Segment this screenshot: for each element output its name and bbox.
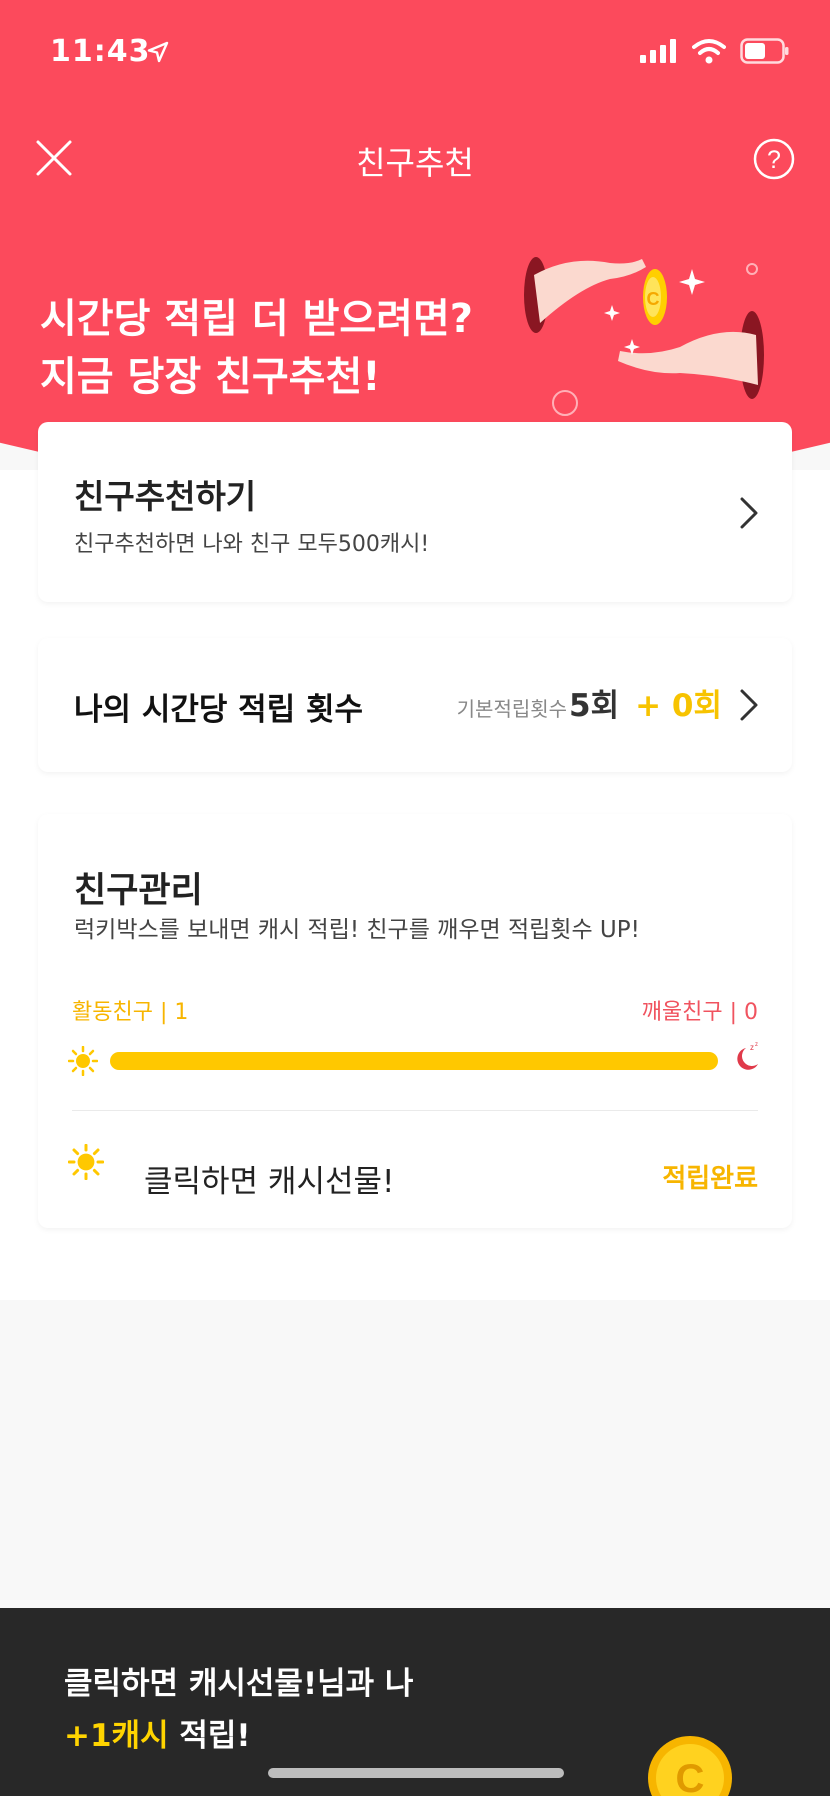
banner-line-2: +1캐시 적립! bbox=[64, 1710, 251, 1755]
friend-card-title: 친구관리 bbox=[74, 871, 203, 911]
coin-icon: C bbox=[648, 1736, 732, 1796]
help-icon[interactable]: ? bbox=[752, 137, 796, 181]
svg-text:C: C bbox=[676, 1757, 705, 1796]
card-divider bbox=[72, 1110, 758, 1111]
base-count-label: 기본적립횟수 bbox=[456, 697, 568, 721]
sleeping-moon-icon: z z bbox=[737, 1042, 758, 1070]
chevron-right-icon bbox=[740, 497, 758, 529]
status-icons bbox=[640, 38, 790, 64]
home-indicator[interactable] bbox=[268, 1768, 564, 1778]
banner-line-1: 클릭하면 캐시선물!님과 나 bbox=[64, 1666, 414, 1702]
hourly-earn-card[interactable]: 나의 시간당 적립 횟수 기본적립횟수 5회 + 0회 bbox=[38, 638, 792, 772]
hero-headline-2: 지금 당장 친구추천! bbox=[40, 354, 381, 400]
sun-icon bbox=[68, 1046, 98, 1076]
hands-coin-illustration: C bbox=[524, 257, 764, 416]
sleeping-friends-label: 깨울친구 | 0 bbox=[641, 1000, 758, 1025]
sun-icon bbox=[68, 1144, 104, 1180]
refer-card-subtitle: 친구추천하면 나와 친구 모두500캐시! bbox=[74, 532, 430, 557]
wifi-icon bbox=[692, 39, 726, 64]
svg-text:?: ? bbox=[767, 146, 781, 174]
battery-icon bbox=[740, 38, 789, 64]
svg-text:z: z bbox=[755, 1042, 758, 1048]
signal-icon bbox=[640, 39, 676, 63]
svg-text:C: C bbox=[647, 289, 660, 309]
refer-friend-card[interactable]: 친구추천하기 친구추천하면 나와 친구 모두500캐시! bbox=[38, 422, 792, 602]
cash-gift-status: 적립완료 bbox=[662, 1164, 758, 1194]
cash-gift-row[interactable]: 클릭하면 캐시선물! 적립완료 bbox=[68, 1132, 758, 1202]
bonus-count-value: + 0회 bbox=[635, 688, 722, 724]
svg-text:z: z bbox=[750, 1043, 754, 1052]
hero-headline-1: 시간당 적립 더 받으려면? bbox=[40, 296, 473, 342]
friend-card-subtitle: 럭키박스를 보내면 캐시 적립! 친구를 깨우면 적립횟수 UP! bbox=[74, 917, 640, 943]
chevron-right-icon bbox=[740, 689, 758, 721]
cash-gift-label: 클릭하면 캐시선물! bbox=[144, 1164, 395, 1200]
banner-highlight: +1캐시 bbox=[64, 1718, 169, 1754]
banner-line-2-rest: 적립! bbox=[168, 1718, 251, 1754]
friend-management-card: 친구관리 럭키박스를 보내면 캐시 적립! 친구를 깨우면 적립횟수 UP! 활… bbox=[38, 814, 792, 1228]
location-arrow-icon bbox=[147, 41, 169, 63]
refer-card-title: 친구추천하기 bbox=[74, 477, 257, 516]
status-time: 11:43 bbox=[50, 34, 151, 69]
page-title: 친구추천 bbox=[356, 144, 474, 182]
hourly-count-summary: 기본적립횟수 5회 + 0회 bbox=[457, 680, 722, 725]
active-friends-progress-bar bbox=[110, 1052, 718, 1070]
hourly-card-title: 나의 시간당 적립 횟수 bbox=[74, 692, 364, 728]
base-count-value: 5회 bbox=[569, 688, 620, 724]
active-friends-label: 활동친구 | 1 bbox=[72, 1000, 189, 1025]
